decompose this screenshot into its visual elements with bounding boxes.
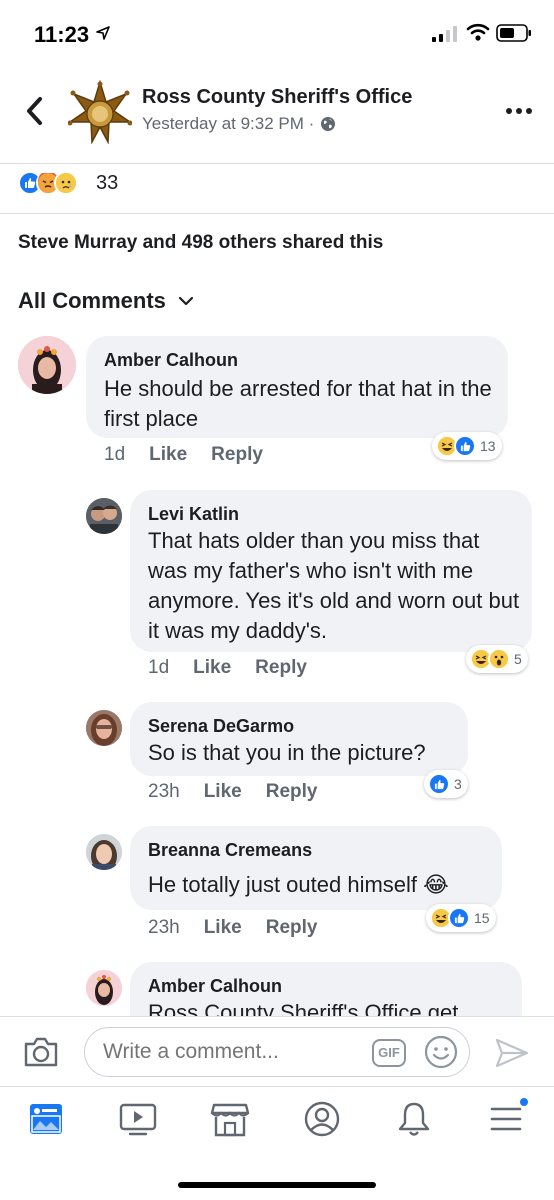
more-options-icon[interactable] [504,106,534,116]
wifi-icon [466,23,490,41]
reply-link[interactable]: Reply [266,917,318,939]
comment-input[interactable] [84,1027,470,1077]
news-feed-icon[interactable] [24,1099,68,1139]
like-reaction-icon [428,773,450,795]
profile-icon[interactable] [300,1099,344,1139]
reaction-icons [18,171,78,195]
sheriff-badge-avatar[interactable] [68,80,132,144]
status-bar: 11:23 [0,0,554,70]
comment-author[interactable]: Amber Calhoun [148,976,282,997]
avatar[interactable] [18,336,76,394]
reply-link[interactable]: Reply [266,781,318,803]
comments-filter[interactable]: All Comments [18,288,194,314]
like-link[interactable]: Like [193,657,231,679]
comment-text: So is that you in the picture? [148,740,426,765]
comment-text: He should be arrested for that hat in th… [104,376,492,431]
chevron-down-icon [178,296,194,306]
emoji-icon[interactable] [424,1035,458,1069]
wow-reaction-icon [488,648,510,670]
reaction-count: 15 [474,910,490,926]
comment-text: He totally just outed himself 😂 [148,872,449,897]
comment-bubble[interactable]: Amber Calhoun He should be arrested for … [86,336,508,438]
like-link[interactable]: Like [204,781,242,803]
send-icon[interactable] [494,1037,530,1069]
comment-author[interactable]: Breanna Cremeans [148,840,312,861]
comment-composer: GIF [0,1016,554,1086]
avatar[interactable] [86,498,122,534]
comment-time: 23h [148,781,180,802]
comment-text: That hats older than you miss that was m… [148,528,520,643]
page-name[interactable]: Ross County Sheriff's Office [142,86,412,109]
location-arrow-icon [96,26,110,40]
comment-text: Ross County Sheriff's Office get [148,1000,459,1016]
comment-bubble[interactable]: Levi Katlin That hats older than you mis… [130,490,532,652]
comment-bubble[interactable]: Breanna Cremeans He totally just outed h… [130,826,502,910]
comment-time: 1d [148,657,170,678]
menu-notification-dot [518,1096,530,1108]
shares-summary[interactable]: Steve Murray and 498 others shared this [18,232,383,254]
reaction-count: 3 [454,776,462,792]
comment-time: 23h [148,917,180,938]
comments-filter-label: All Comments [18,288,166,313]
reactions-summary[interactable]: 33 [0,166,554,214]
reaction-count: 13 [480,438,496,454]
home-indicator [178,1182,376,1188]
watch-icon[interactable] [116,1099,160,1139]
reaction-count: 5 [514,651,522,667]
like-reaction-icon [448,907,470,929]
gif-button[interactable]: GIF [372,1039,406,1067]
comment-bubble[interactable]: Amber Calhoun Ross County Sheriff's Offi… [130,962,522,1016]
comment-time: 1d [104,444,126,465]
like-link[interactable]: Like [149,444,187,466]
comment-reactions[interactable]: 13 [432,432,502,460]
reaction-count[interactable]: 33 [96,172,118,195]
comment-reactions[interactable]: 3 [424,770,468,798]
comment-author[interactable]: Levi Katlin [148,504,239,525]
comment-author[interactable]: Serena DeGarmo [148,716,294,737]
comment-author[interactable]: Amber Calhoun [104,350,238,371]
battery-icon [496,24,531,42]
globe-icon [321,117,336,131]
sad-reaction-icon [54,171,78,195]
notifications-bell-icon[interactable] [392,1099,436,1139]
cellular-signal-icon [432,26,457,42]
comment-actions: 1d Like Reply [148,657,307,679]
post-meta: Yesterday at 9:32 PM · [142,114,336,134]
status-time: 11:23 [34,22,90,47]
like-reaction-icon [454,435,476,457]
post-header: Ross County Sheriff's Office Yesterday a… [0,72,554,164]
comment-clip: Amber Calhoun Ross County Sheriff's Offi… [0,962,554,1016]
comment-actions: 23h Like Reply [148,781,317,803]
back-arrow-icon[interactable] [22,94,48,128]
camera-icon[interactable] [22,1035,60,1069]
reply-link[interactable]: Reply [211,444,263,466]
avatar[interactable] [86,834,122,870]
comment-reactions[interactable]: 15 [426,904,496,932]
comment-reactions[interactable]: 5 [466,645,528,673]
avatar[interactable] [86,710,122,746]
comment-actions: 1d Like Reply [104,444,263,466]
post-time: Yesterday at 9:32 PM · [142,114,315,133]
comment-bubble[interactable]: Serena DeGarmo So is that you in the pic… [130,702,468,776]
like-link[interactable]: Like [204,917,242,939]
reply-link[interactable]: Reply [255,657,307,679]
comment-actions: 23h Like Reply [148,917,317,939]
marketplace-icon[interactable] [208,1099,252,1139]
